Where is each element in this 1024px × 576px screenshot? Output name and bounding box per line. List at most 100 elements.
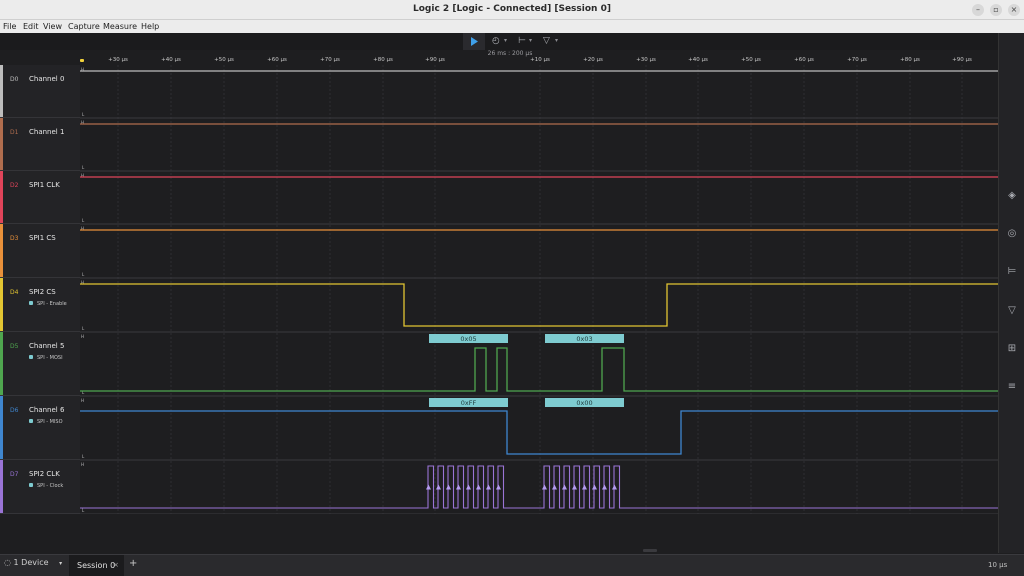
low-level-mark: L: [82, 272, 85, 277]
channel-number: D7: [10, 471, 19, 478]
ruler-tick-label: +40 µs: [688, 57, 708, 63]
channel-color-stripe: [0, 396, 3, 459]
clock-edge-arrow-icon: [602, 484, 607, 490]
chevron-down-icon[interactable]: ▾: [529, 37, 532, 44]
clock-edge-arrow-icon: [552, 484, 557, 490]
ruler-tick-label: +70 µs: [847, 57, 867, 63]
ruler-tick-label: +50 µs: [741, 57, 761, 63]
channel-label-d6[interactable]: D6 Channel 6 SPI - MISO: [0, 396, 80, 460]
ruler-tick-label: +90 µs: [425, 57, 445, 63]
channel-name[interactable]: Channel 0: [29, 75, 64, 83]
channel-label-d7[interactable]: D7 SPI2 CLK SPI - Clock: [0, 460, 80, 514]
measure-icon[interactable]: ⊢: [518, 36, 526, 46]
analyzer-label: SPI - MOSI: [29, 355, 63, 361]
menu-edit[interactable]: Edit: [23, 22, 39, 31]
start-capture-button[interactable]: [463, 33, 485, 50]
menu-help[interactable]: Help: [141, 22, 159, 31]
channel-color-stripe: [0, 118, 3, 170]
ruler-tick-label: +70 µs: [320, 57, 340, 63]
channel-label-d0[interactable]: D0 Channel 0: [0, 65, 80, 118]
channel-label-d2[interactable]: D2 SPI1 CLK: [0, 171, 80, 224]
analyzer-text: SPI - MOSI: [37, 355, 63, 361]
clock-edge-arrow-icon: [496, 484, 501, 490]
right-sidebar: [998, 33, 1024, 553]
menu-capture[interactable]: Capture: [68, 22, 100, 31]
channel-number: D1: [10, 129, 19, 136]
channel-label-d4[interactable]: D4 SPI2 CS SPI - Enable: [0, 278, 80, 332]
notes-icon[interactable]: ≡: [1005, 381, 1019, 392]
trace-d4: [80, 283, 998, 327]
chevron-down-icon: ▾: [59, 560, 63, 567]
clock-edge-arrow-icon: [612, 484, 617, 490]
extensions-icon[interactable]: ⊞: [1005, 343, 1019, 354]
clock-edge-arrow-icon: [476, 484, 481, 490]
clock-edge-arrow-icon: [486, 484, 491, 490]
channel-name[interactable]: SPI2 CLK: [29, 470, 60, 478]
high-level-mark: H: [81, 398, 84, 403]
miso-decode-label: 0x00: [576, 399, 592, 407]
measurements-icon[interactable]: ⊨: [1005, 266, 1019, 277]
low-level-mark: L: [82, 112, 85, 117]
trace-d7: [80, 465, 998, 509]
analyzer-color-icon: [29, 419, 33, 423]
clock-edge-arrow-icon: [446, 484, 451, 490]
title-bar: Logic 2 [Logic - Connected] [Session 0] …: [0, 0, 1024, 20]
waveform-area[interactable]: HLHLHLHLHLHLHLHL0x05 0x030xFF 0x00: [80, 65, 998, 514]
analyzer-text: SPI - Enable: [37, 301, 67, 307]
device-button[interactable]: ◌ 1 Device ▾: [4, 558, 62, 567]
annotations-icon[interactable]: ▽: [1005, 305, 1019, 316]
clock-edge-arrow-icon: [436, 484, 441, 490]
menu-measure[interactable]: Measure: [103, 22, 137, 31]
maximize-icon[interactable]: ▫: [990, 4, 1002, 16]
bottom-bar: [0, 554, 1024, 576]
channel-color-stripe: [0, 278, 3, 331]
window-title: Logic 2 [Logic - Connected] [Session 0]: [413, 4, 611, 14]
clock-edge-arrow-icon: [582, 484, 587, 490]
channel-name[interactable]: SPI1 CS: [29, 234, 56, 242]
channel-color-stripe: [0, 171, 3, 223]
analyzers-icon[interactable]: ◈: [1005, 190, 1019, 201]
channel-name[interactable]: SPI2 CS: [29, 288, 56, 296]
play-icon: [471, 37, 478, 46]
channel-name[interactable]: Channel 5: [29, 342, 64, 350]
marker-icon[interactable]: ▽: [543, 36, 550, 46]
ruler-tick-label: +80 µs: [373, 57, 393, 63]
ruler-tick-label: +80 µs: [900, 57, 920, 63]
close-session-icon[interactable]: ×: [113, 561, 119, 569]
clock-edge-arrow-icon: [562, 484, 567, 490]
channel-name[interactable]: Channel 6: [29, 406, 64, 414]
minimize-icon[interactable]: –: [972, 4, 984, 16]
analyzer-label: SPI - Clock: [29, 483, 63, 489]
ruler-tick-label: +10 µs: [530, 57, 550, 63]
resize-handle[interactable]: [643, 549, 657, 552]
channel-color-stripe: [0, 65, 3, 117]
high-level-mark: H: [81, 334, 84, 339]
timing-markers-icon[interactable]: ◎: [1005, 228, 1019, 239]
analyzer-label: SPI - MISO: [29, 419, 63, 425]
low-level-mark: L: [82, 218, 85, 223]
zoom-info: 26 ms : 200 µs: [487, 50, 533, 57]
session-label: Session 0: [77, 561, 116, 570]
timing-icon[interactable]: ◴: [492, 36, 500, 46]
chevron-down-icon[interactable]: ▾: [555, 37, 558, 44]
device-label: 1 Device: [13, 558, 49, 567]
add-session-button[interactable]: +: [129, 558, 137, 569]
device-icon: ◌: [4, 558, 11, 567]
menu-file[interactable]: File: [3, 22, 16, 31]
channel-name[interactable]: SPI1 CLK: [29, 181, 60, 189]
channel-label-d3[interactable]: D3 SPI1 CS: [0, 224, 80, 278]
close-icon[interactable]: ×: [1008, 4, 1020, 16]
low-level-mark: L: [82, 508, 85, 513]
menu-view[interactable]: View: [43, 22, 62, 31]
channel-label-d5[interactable]: D5 Channel 5 SPI - MOSI: [0, 332, 80, 396]
channel-name[interactable]: Channel 1: [29, 128, 64, 136]
time-marker[interactable]: [80, 59, 84, 62]
analyzer-label: SPI - Enable: [29, 301, 67, 307]
ruler-tick-label: +30 µs: [636, 57, 656, 63]
chevron-down-icon[interactable]: ▾: [504, 37, 507, 44]
timescale-readout: 10 µs: [988, 561, 1008, 569]
channel-label-d1[interactable]: D1 Channel 1: [0, 118, 80, 171]
ruler-tick-label: +90 µs: [952, 57, 972, 63]
analyzer-color-icon: [29, 483, 33, 487]
analyzer-text: SPI - Clock: [37, 483, 64, 489]
